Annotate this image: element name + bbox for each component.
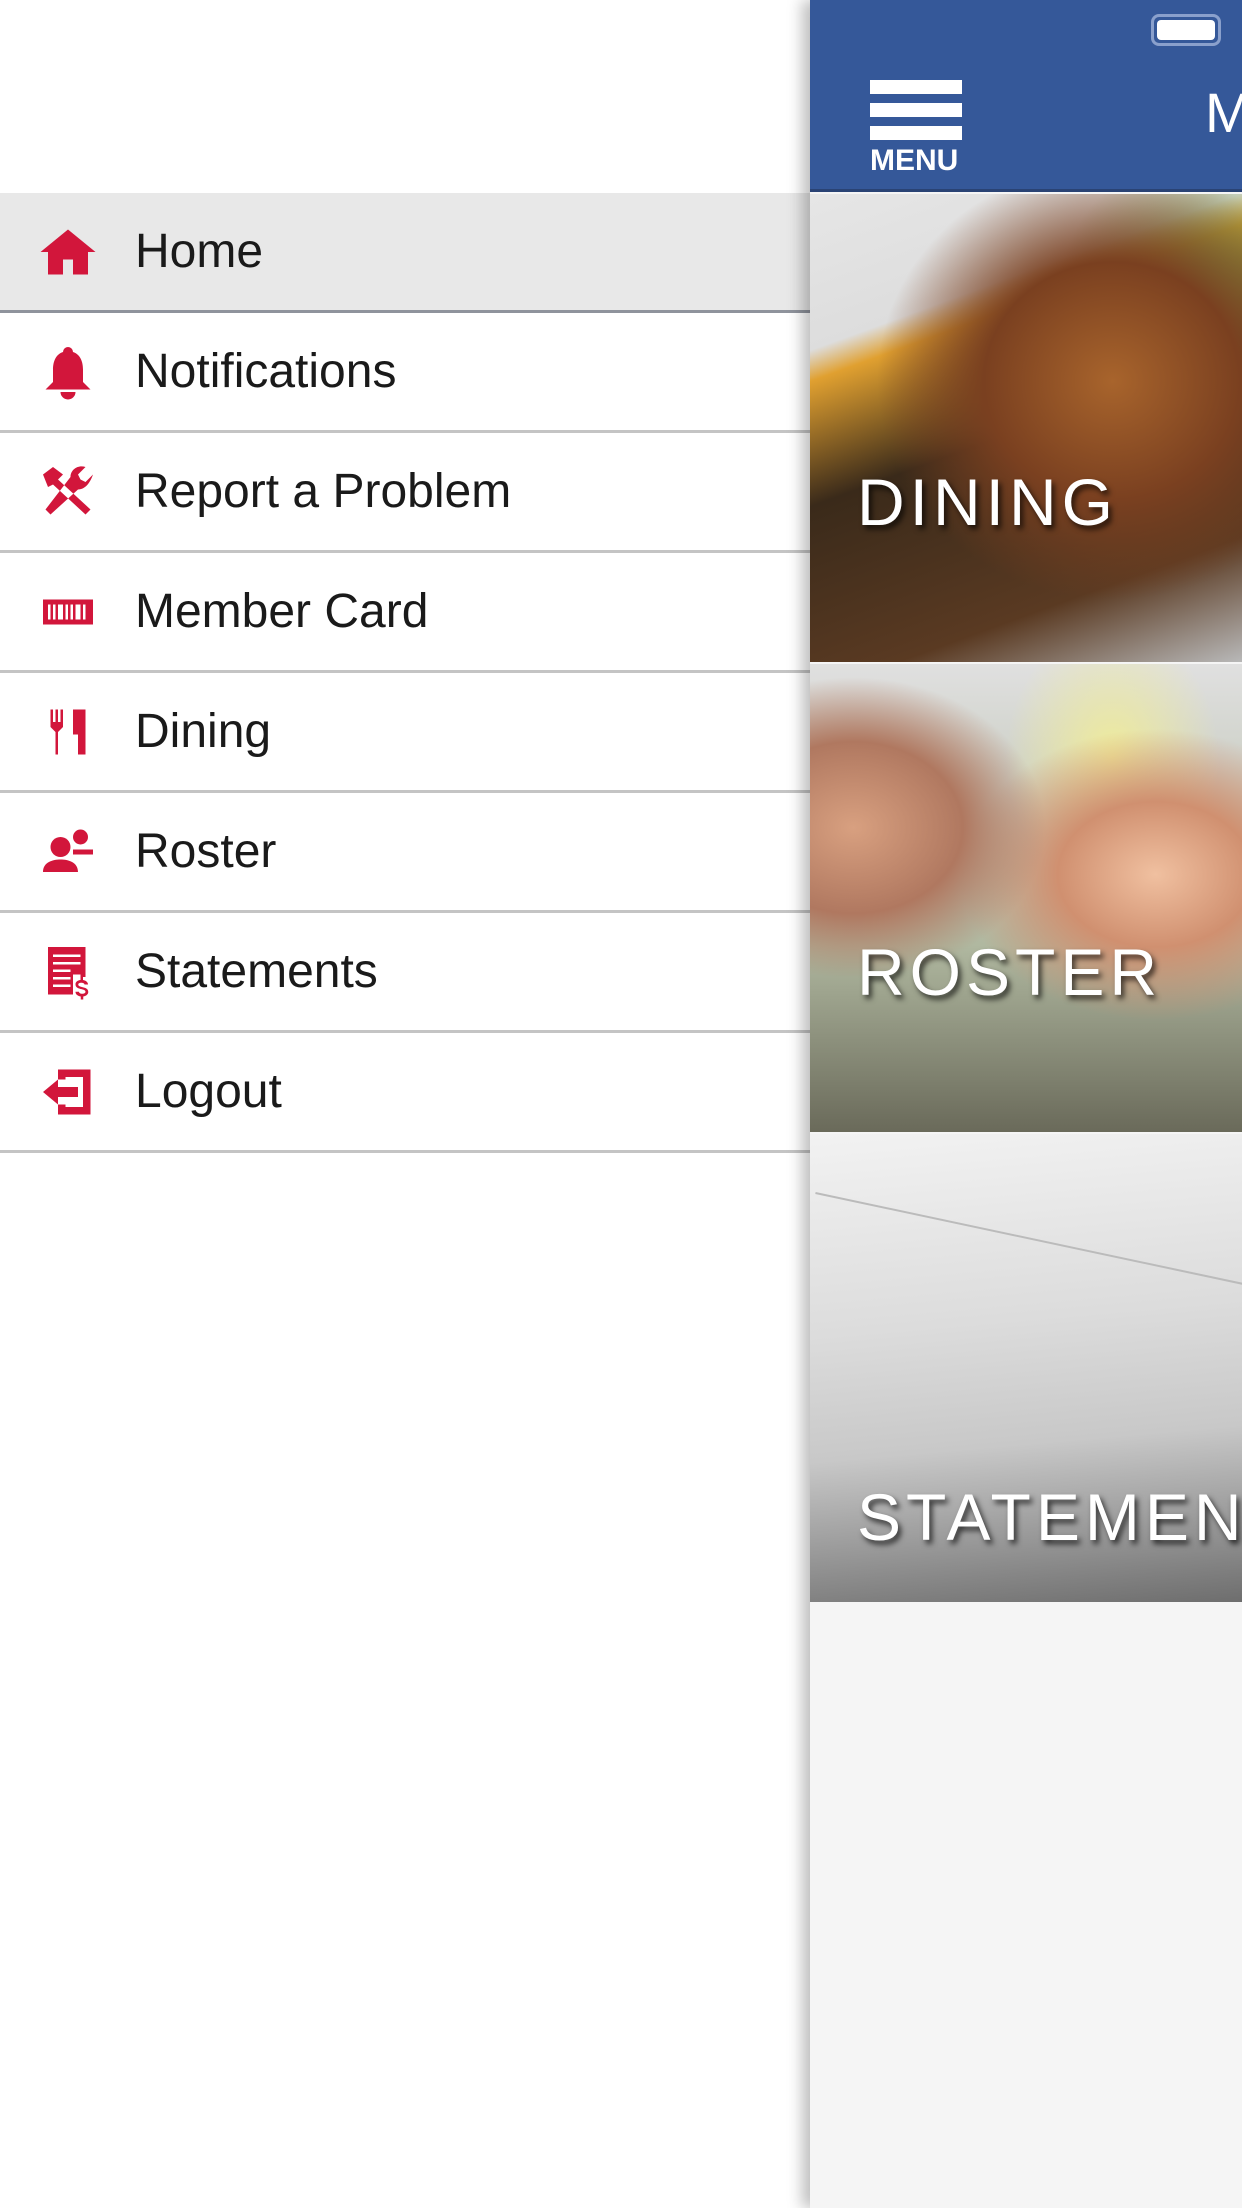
- hamburger-icon: [870, 80, 962, 94]
- tile-dining[interactable]: DINING: [810, 194, 1242, 662]
- app-header: MENU M: [810, 0, 1242, 192]
- drawer-item-label: Home: [135, 225, 264, 278]
- drawer-item-label: Member Card: [135, 585, 429, 638]
- drawer-item-home[interactable]: Home: [0, 193, 810, 313]
- drawer-item-label: Logout: [135, 1065, 282, 1118]
- page-title: M: [1205, 81, 1242, 144]
- drawer-item-roster[interactable]: Roster: [0, 793, 810, 913]
- drawer-item-logout[interactable]: Logout: [0, 1033, 810, 1153]
- drawer-item-label: Report a Problem: [135, 465, 512, 518]
- drawer-item-label: Statements: [135, 945, 378, 998]
- drawer-item-report-a-problem[interactable]: Report a Problem: [0, 433, 810, 553]
- home-icon: [0, 222, 135, 282]
- drawer-item-notifications[interactable]: Notifications: [0, 313, 810, 433]
- tile-label: ROSTER: [857, 935, 1163, 1009]
- tile-label: STATEMEN: [857, 1480, 1242, 1554]
- drawer-item-dining[interactable]: Dining: [0, 673, 810, 793]
- statement-icon: [0, 942, 135, 1002]
- people-icon: [0, 822, 135, 882]
- main-content: MENU M DINING ROSTER STATEMEN: [810, 0, 1242, 2208]
- navigation-drawer: Home Notifications Report a Problem Memb…: [0, 0, 810, 2208]
- drawer-item-member-card[interactable]: Member Card: [0, 553, 810, 673]
- drawer-item-label: Dining: [135, 705, 272, 758]
- menu-button[interactable]: MENU: [870, 80, 962, 177]
- drawer-item-statements[interactable]: Statements: [0, 913, 810, 1033]
- menu-label: MENU: [870, 144, 959, 177]
- tile-statements[interactable]: STATEMEN: [810, 1134, 1242, 1602]
- bell-icon: [0, 342, 135, 402]
- barcode-icon: [0, 582, 135, 642]
- tools-icon: [0, 462, 135, 522]
- logout-icon: [0, 1062, 135, 1122]
- drawer-item-label: Roster: [135, 825, 277, 878]
- statement-background: [815, 1192, 1242, 1298]
- tile-label: DINING: [857, 465, 1118, 539]
- tile-roster[interactable]: ROSTER: [810, 664, 1242, 1132]
- battery-icon: [1151, 14, 1221, 46]
- fork-knife-icon: [0, 702, 135, 762]
- drawer-item-label: Notifications: [135, 345, 397, 398]
